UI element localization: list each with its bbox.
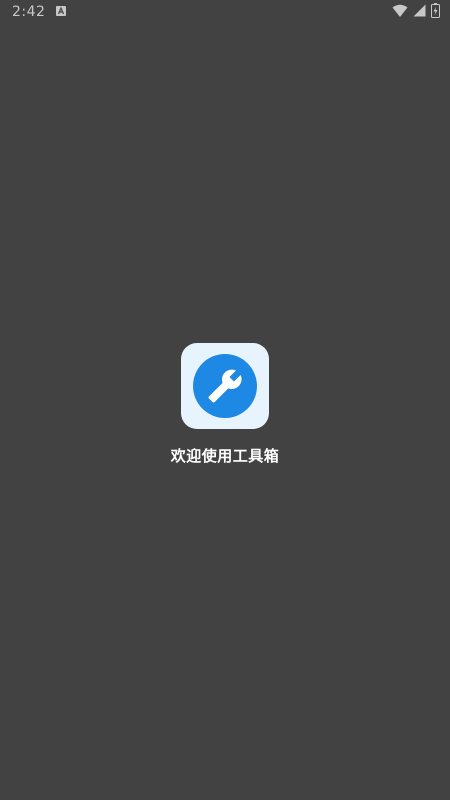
- signal-icon: [413, 4, 426, 17]
- wrench-icon: [208, 369, 242, 403]
- notification-a-icon: [56, 6, 66, 16]
- splash-screen: 2:42 欢迎使用工具箱: [0, 0, 450, 800]
- app-icon-circle: [193, 354, 257, 418]
- app-icon: [181, 343, 269, 429]
- splash-content: 欢迎使用工具箱: [0, 343, 450, 466]
- welcome-text: 欢迎使用工具箱: [170, 447, 280, 465]
- status-icons: [392, 3, 440, 18]
- status-bar: 2:42: [0, 0, 450, 24]
- status-time: 2:42: [12, 4, 46, 20]
- battery-icon: [431, 3, 440, 18]
- wifi-icon: [392, 4, 408, 17]
